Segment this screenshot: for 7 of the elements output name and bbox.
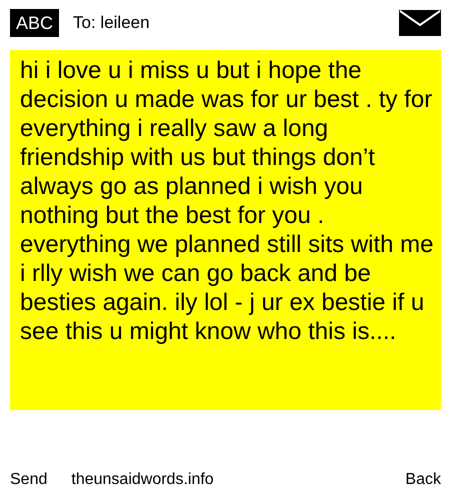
message-text: hi i love u i miss u but i hope the decision u made was for ur best . ty for everything i really saw a long friendship with us but things don’t always go as planned i wish you nothing but the best for you . everything we planned still sits with me i rlly wish we can go back and be besties again. ily lol - j ur ex bestie if u see this u might know who this is.... [20, 56, 435, 346]
app-badge: ABC [10, 9, 60, 37]
envelope-icon[interactable] [399, 10, 441, 36]
back-button[interactable]: Back [405, 471, 441, 489]
site-link[interactable]: theunsaidwords.info [71, 471, 214, 489]
send-button[interactable]: Send [10, 471, 48, 489]
recipient-label: To: leileen [73, 13, 151, 33]
